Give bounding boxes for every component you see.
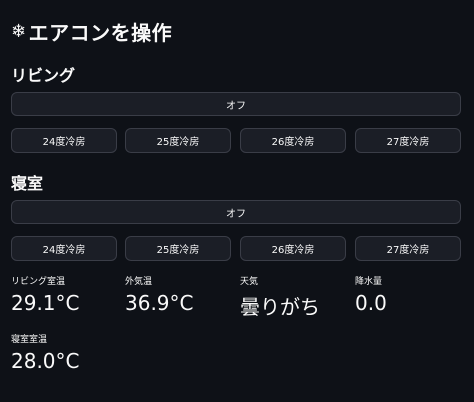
- bedroom-26-cool-button[interactable]: 26度冷房: [240, 236, 346, 261]
- page-title: ❄ エアコンを操作: [11, 17, 172, 46]
- bedroom-off-button[interactable]: オフ: [11, 200, 461, 224]
- metric-weather: 天気 曇りがち: [240, 274, 346, 320]
- metric-label: 天気: [240, 277, 259, 287]
- bedroom-24-cool-button[interactable]: 24度冷房: [11, 236, 117, 261]
- metric-value: 29.1°C: [11, 291, 80, 315]
- room-title-living: リビング: [11, 66, 76, 85]
- metric-precipitation: 降水量 0.0: [355, 274, 461, 315]
- metric-value: 0.0: [355, 291, 387, 315]
- living-25-cool-button[interactable]: 25度冷房: [125, 128, 231, 153]
- living-27-cool-button[interactable]: 27度冷房: [355, 128, 461, 153]
- living-off-button[interactable]: オフ: [11, 92, 461, 116]
- living-26-cool-button[interactable]: 26度冷房: [240, 128, 346, 153]
- metric-label: 外気温: [125, 277, 153, 287]
- metric-outdoor-temp: 外気温 36.9°C: [125, 274, 231, 315]
- metric-value: 28.0°C: [11, 349, 80, 373]
- page-title-text: エアコンを操作: [28, 21, 173, 45]
- living-24-cool-button[interactable]: 24度冷房: [11, 128, 117, 153]
- bedroom-27-cool-button[interactable]: 27度冷房: [355, 236, 461, 261]
- metric-bedroom-temp: 寝室室温 28.0°C: [11, 332, 117, 373]
- snowflake-icon: ❄: [11, 21, 27, 42]
- metric-living-temp: リビング室温 29.1°C: [11, 274, 117, 315]
- metric-label: リビング室温: [11, 277, 66, 287]
- metric-value: 36.9°C: [125, 291, 194, 315]
- bedroom-25-cool-button[interactable]: 25度冷房: [125, 236, 231, 261]
- room-title-bedroom: 寝室: [11, 174, 44, 193]
- metric-label: 寝室室温: [11, 335, 48, 345]
- aircon-control-page: ❄ エアコンを操作 リビング オフ 24度冷房 25度冷房 26度冷房 27度冷…: [0, 0, 474, 402]
- metric-label: 降水量: [355, 277, 383, 287]
- metric-value: 曇りがち: [240, 295, 320, 319]
